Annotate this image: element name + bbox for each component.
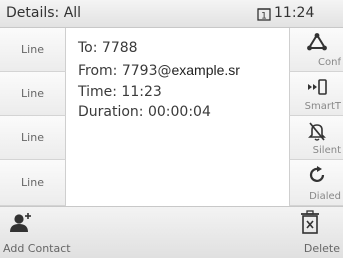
from-prefix: From: 7793@ — [78, 63, 172, 79]
line-key-2[interactable]: Line — [0, 72, 66, 116]
clock: 11:24 — [274, 5, 315, 21]
to-field: To: 7788 — [78, 40, 138, 56]
soft-keys: Conf SmartT Silent Dialed — [289, 28, 343, 206]
page-title: Details: All — [6, 5, 82, 21]
add-contact-icon — [10, 213, 31, 232]
smart-transfer-label: SmartT — [304, 101, 341, 112]
silent-button[interactable]: Silent — [289, 116, 343, 160]
duration-field: Duration: 00:00:04 — [78, 104, 211, 120]
line-key-4[interactable]: Line — [0, 160, 66, 206]
from-domain: example.sr — [171, 62, 240, 78]
dialed-button[interactable]: Dialed — [289, 160, 343, 206]
conf-button[interactable]: Conf — [289, 28, 343, 72]
silent-label: Silent — [312, 145, 341, 156]
silent-bell-icon — [308, 122, 326, 141]
smart-transfer-icon — [308, 79, 327, 95]
smart-transfer-button[interactable]: SmartT — [289, 72, 343, 116]
add-contact-label: Add Contact — [3, 242, 71, 255]
line-key-1[interactable]: Line — [0, 28, 66, 72]
line-keys: Line Line Line Line — [0, 28, 66, 206]
time-field: Time: 11:23 — [78, 84, 162, 100]
line-indicator-icon: 1 — [257, 8, 271, 22]
title-bar: Details: All 1 11:24 — [0, 0, 343, 28]
conference-icon — [307, 33, 327, 51]
line-indicator-number: 1 — [261, 12, 267, 22]
redial-icon — [309, 166, 325, 182]
delete-button[interactable]: Delete — [263, 207, 343, 258]
add-contact-button[interactable]: Add Contact — [0, 207, 80, 258]
line-key-3[interactable]: Line — [0, 116, 66, 160]
conf-label: Conf — [318, 57, 341, 68]
call-details: To: 7788 From: 7793@example.sr Time: 11:… — [66, 28, 289, 206]
from-field: From: 7793@example.sr — [78, 62, 282, 79]
dialed-label: Dialed — [309, 191, 341, 202]
footer-bar: Add Contact Delete — [0, 206, 343, 258]
delete-label: Delete — [303, 242, 340, 255]
delete-icon — [301, 210, 319, 234]
